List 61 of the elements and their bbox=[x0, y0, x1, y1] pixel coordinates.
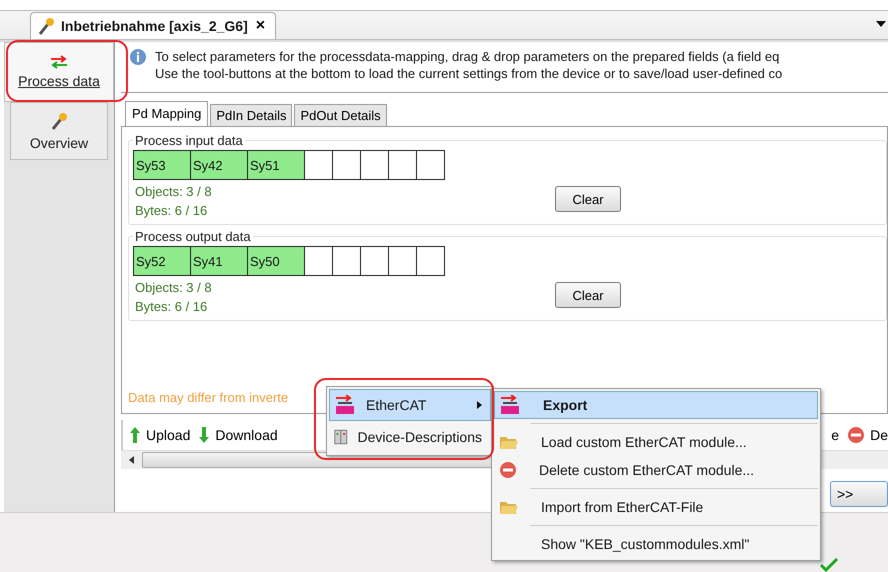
info-text: Use the tool-buttons at the bottom to load the current settings from the device or to save/load user-defined co bbox=[155, 65, 782, 82]
check-icon bbox=[820, 558, 838, 572]
menu-item[interactable]: EtherCAT bbox=[329, 389, 491, 421]
mapped-slot[interactable]: Sy51 bbox=[247, 150, 305, 180]
delete-icon bbox=[499, 461, 517, 479]
down-arrow-icon bbox=[198, 426, 210, 444]
info-text: To select parameters for the processdata-mapping, drag & drop parameters on the prepared fields (a field eq bbox=[155, 48, 780, 65]
toolbar-button[interactable]: Download bbox=[198, 426, 278, 444]
menu-item[interactable]: Import from EtherCAT-File bbox=[494, 493, 818, 521]
menu-item[interactable]: Load custom EtherCAT module... bbox=[494, 428, 818, 456]
empty-slot[interactable] bbox=[360, 246, 389, 276]
wand-icon bbox=[50, 111, 68, 131]
empty-slot[interactable] bbox=[332, 246, 361, 276]
document-tab[interactable]: Inbetriebnahme [axis_2_G6] × bbox=[30, 12, 276, 39]
menu-item[interactable]: Device-Descriptions bbox=[329, 421, 491, 453]
empty-slot[interactable] bbox=[360, 150, 389, 180]
submenu-arrow-icon bbox=[477, 401, 482, 409]
document-tab-title: Inbetriebnahme [axis_2_G6] bbox=[61, 18, 248, 34]
menu-item[interactable]: Delete custom EtherCAT module... bbox=[494, 456, 818, 484]
mapped-slot[interactable]: Sy42 bbox=[190, 150, 248, 180]
tab[interactable]: Pd Mapping bbox=[125, 101, 208, 127]
clear-button[interactable]: Clear bbox=[555, 186, 621, 212]
next-button[interactable]: >> bbox=[830, 481, 888, 507]
bytes-count: Bytes: 6 / 16 bbox=[135, 203, 208, 218]
toolbar-button[interactable]: e bbox=[831, 427, 840, 443]
tab[interactable]: PdIn Details bbox=[210, 104, 292, 127]
mapped-slot[interactable]: Sy53 bbox=[133, 150, 191, 180]
close-button[interactable]: × bbox=[254, 17, 268, 35]
group-title: Process input data bbox=[134, 133, 244, 148]
menu-item[interactable]: Export bbox=[494, 391, 818, 419]
clear-button[interactable]: Clear bbox=[555, 282, 621, 308]
mapped-slot[interactable]: Sy41 bbox=[190, 246, 248, 276]
sidebar-item[interactable]: Overview bbox=[10, 102, 108, 160]
mapped-slot[interactable]: Sy52 bbox=[133, 246, 191, 276]
up-arrow-icon bbox=[129, 426, 141, 444]
ethercat-icon bbox=[499, 395, 521, 415]
info-icon bbox=[129, 48, 147, 66]
empty-slot[interactable] bbox=[304, 150, 333, 180]
delete-icon bbox=[847, 426, 866, 444]
mapped-slot[interactable]: Sy50 bbox=[247, 246, 305, 276]
sidebar-item[interactable]: Process data bbox=[4, 42, 114, 102]
ethercat-icon bbox=[334, 395, 356, 415]
empty-slot[interactable] bbox=[388, 246, 417, 276]
scroll-left-icon[interactable] bbox=[129, 456, 134, 464]
empty-slot[interactable] bbox=[332, 150, 361, 180]
empty-slot[interactable] bbox=[416, 150, 445, 180]
dropdown-caret-icon[interactable] bbox=[876, 21, 886, 27]
tab[interactable]: PdOut Details bbox=[294, 104, 387, 127]
wand-icon bbox=[37, 16, 55, 36]
empty-slot[interactable] bbox=[304, 246, 333, 276]
empty-slot[interactable] bbox=[416, 246, 445, 276]
bytes-count: Bytes: 6 / 16 bbox=[135, 299, 208, 314]
empty-slot[interactable] bbox=[388, 150, 417, 180]
group-title: Process output data bbox=[134, 229, 252, 244]
toolbar-button[interactable]: Upload bbox=[129, 426, 190, 444]
objects-count: Objects: 3 / 8 bbox=[135, 184, 213, 199]
menu-item[interactable]: Show "KEB_custommodules.xml" bbox=[494, 530, 818, 558]
cabinet-icon bbox=[334, 427, 348, 447]
toolbar-button[interactable]: De bbox=[847, 426, 888, 444]
arrows-icon bbox=[49, 55, 69, 69]
objects-count: Objects: 3 / 8 bbox=[135, 280, 213, 295]
